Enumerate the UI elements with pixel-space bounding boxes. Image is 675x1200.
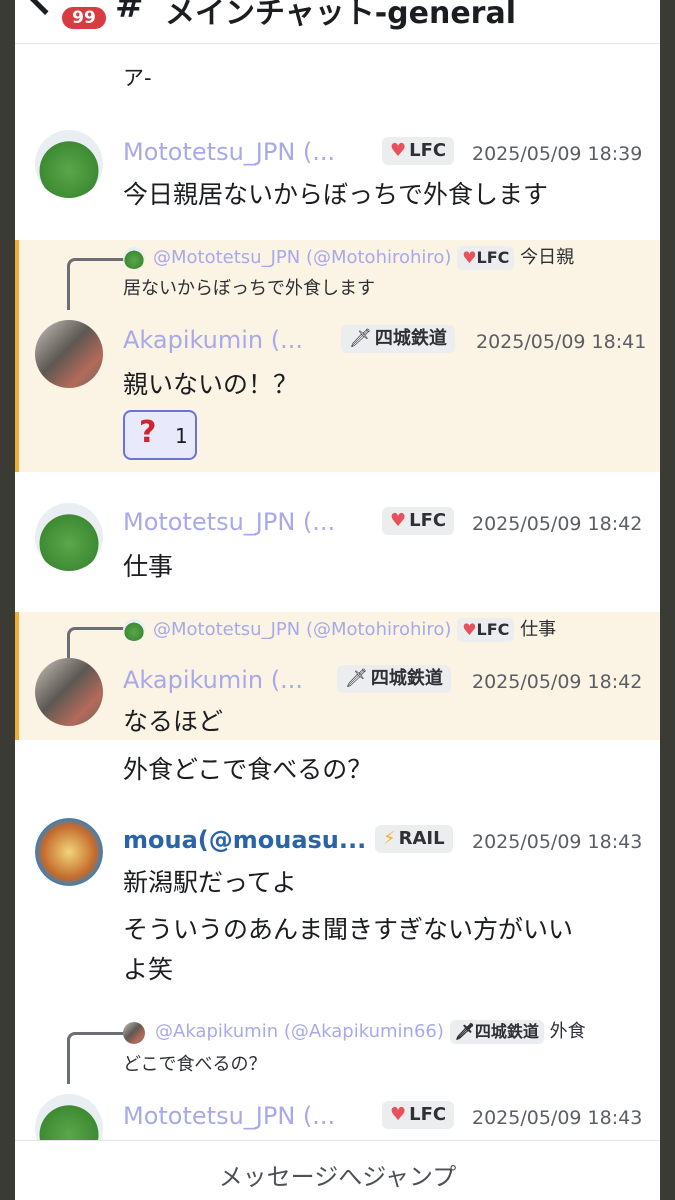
sword-icon: 🗡: [349, 328, 372, 349]
role-badge: 🗡四城鉄道: [449, 1020, 544, 1044]
jump-to-message-bar[interactable]: メッセージへジャンプ: [15, 1140, 660, 1200]
message-text: なるほど: [123, 707, 224, 736]
message-text: 親いないの！？: [123, 370, 299, 399]
reply-connector: [67, 258, 125, 310]
username[interactable]: Mototetsu_JPN (...: [123, 508, 335, 536]
avatar[interactable]: [35, 320, 103, 388]
avatar[interactable]: [35, 130, 103, 198]
unread-badge: 99: [59, 4, 109, 32]
heart-icon: ♥: [462, 248, 477, 267]
message-text: そういうのあんま聞きすぎない方がいい: [123, 915, 574, 944]
heart-icon: ♥: [390, 510, 407, 531]
role-badge[interactable]: ♥ LFC: [382, 1101, 455, 1129]
jump-to-message-label: メッセージへジャンプ: [218, 1163, 457, 1191]
message-text: 今日親居ないからぼっちで外食します: [123, 180, 549, 209]
lightning-icon: ⚡: [383, 828, 396, 849]
reply-avatar: [123, 1022, 145, 1044]
timestamp: 2025/05/09 18:41: [476, 331, 647, 353]
avatar[interactable]: [35, 818, 103, 886]
role-badge[interactable]: ♥ LFC: [382, 137, 455, 165]
message-highlighted[interactable]: @Mototetsu_JPN (@Motohirohiro) ♥LFC 今日親 …: [15, 240, 660, 472]
role-badge[interactable]: ♥ LFC: [382, 507, 455, 535]
reply-preview-cont: 居ないからぼっちで外食します: [123, 278, 375, 299]
reaction-question[interactable]: ? 1: [123, 410, 197, 460]
username[interactable]: Akapikumin (...: [123, 326, 303, 354]
sword-icon: 🗡: [345, 668, 368, 689]
reply-connector: [67, 1032, 125, 1084]
channel-header: 99 # メインチャット-general: [15, 0, 660, 44]
reply-avatar: [123, 247, 145, 269]
sword-icon: 🗡: [454, 1022, 475, 1041]
timestamp: 2025/05/09 18:43: [472, 831, 643, 853]
message-text: 新潟駅だってよ: [123, 868, 297, 897]
partial-message-text: ア-: [123, 66, 152, 90]
reply-avatar: [123, 619, 145, 641]
role-badge[interactable]: 🗡 四城鉄道: [341, 325, 455, 353]
username[interactable]: Mototetsu_JPN (...: [123, 1102, 335, 1130]
channel-title[interactable]: メインチャット-general: [165, 0, 516, 32]
heart-icon: ♥: [390, 1104, 407, 1125]
message-text: 外食どこで食べるの？: [123, 755, 373, 784]
timestamp: 2025/05/09 18:42: [472, 513, 643, 535]
username[interactable]: Mototetsu_JPN (...: [123, 138, 335, 166]
reaction-count: 1: [175, 424, 188, 448]
message-highlighted[interactable]: @Mototetsu_JPN (@Motohirohiro) ♥LFC 仕事 A…: [15, 612, 660, 740]
back-arrow-icon[interactable]: [28, 0, 62, 15]
username[interactable]: Akapikumin (...: [123, 666, 303, 694]
role-badge[interactable]: 🗡 四城鉄道: [337, 665, 451, 693]
avatar[interactable]: [35, 503, 103, 571]
heart-icon: ♥: [462, 620, 477, 639]
heart-icon: ♥: [390, 140, 407, 161]
role-badge: ♥LFC: [457, 618, 515, 642]
reply-preview[interactable]: @Mototetsu_JPN (@Motohirohiro) ♥LFC 今日親: [153, 243, 643, 273]
message-text: 仕事: [123, 552, 174, 581]
channel-hash-icon: #: [115, 0, 144, 26]
timestamp: 2025/05/09 18:39: [472, 143, 643, 165]
message-text: よ笑: [123, 955, 174, 984]
reply-preview-cont: どこで食べるの？: [123, 1054, 267, 1075]
timestamp: 2025/05/09 18:43: [472, 1107, 643, 1129]
chat-window: 99 # メインチャット-general ア- Mototetsu_JPN (.…: [15, 0, 660, 1200]
role-badge: ♥LFC: [457, 246, 515, 270]
timestamp: 2025/05/09 18:42: [472, 671, 643, 693]
role-badge[interactable]: ⚡ RAIL: [375, 825, 453, 853]
question-mark-icon: ?: [139, 415, 157, 450]
reply-preview[interactable]: @Mototetsu_JPN (@Motohirohiro) ♥LFC 仕事: [153, 615, 556, 645]
reply-preview[interactable]: @Akapikumin (@Akapikumin66) 🗡四城鉄道 外食: [155, 1017, 586, 1047]
username[interactable]: moua(@mouasu...: [123, 826, 366, 854]
avatar[interactable]: [35, 658, 103, 726]
